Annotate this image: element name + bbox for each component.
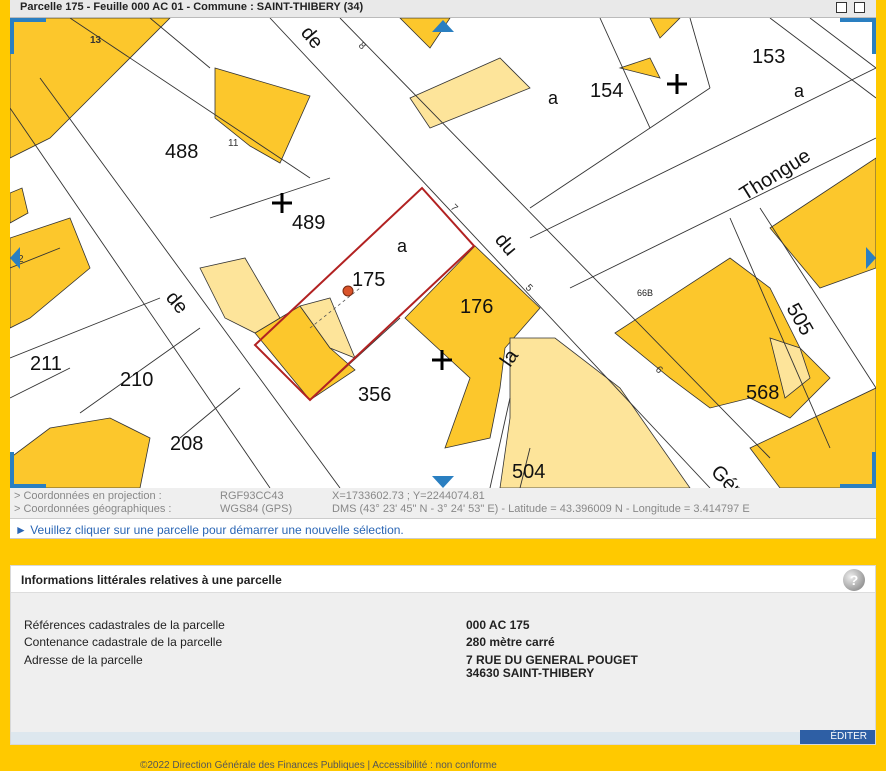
geo-label: > Coordonnées géographiques : <box>14 503 172 515</box>
geo-system: WGS84 (GPS) <box>220 503 293 515</box>
parcel-label-13: 13 <box>90 35 102 46</box>
parcel-label-66b: 66B <box>637 288 653 298</box>
row-value-references: 000 AC 175 <box>466 618 530 632</box>
parcel-info-panel: Informations littérales relatives à une … <box>10 565 876 745</box>
parcel-label-211: 211 <box>30 353 62 375</box>
row-label-contenance: Contenance cadastrale de la parcelle <box>24 635 223 649</box>
parcel-label-154: 154 <box>590 80 623 102</box>
row-value-adresse-city: 34630 SAINT-THIBERY <box>466 666 595 680</box>
coordinates-panel: > Coordonnées en projection : RGF93CC43 … <box>10 488 876 518</box>
parcel-label-208: 208 <box>170 433 203 455</box>
panel-header: Informations littérales relatives à une … <box>11 566 875 593</box>
page-footer[interactable]: ©2022 Direction Générale des Finances Pu… <box>140 760 497 771</box>
parcel-label-356: 356 <box>358 384 391 406</box>
window-titlebar: Parcelle 175 - Feuille 000 AC 01 - Commu… <box>10 0 876 18</box>
parcel-label-489: 489 <box>292 212 325 234</box>
restore-icon[interactable] <box>836 2 847 13</box>
cadastral-map[interactable]: 488 489 175 176 211 210 208 356 504 568 … <box>10 18 876 488</box>
parcel-label-153: 153 <box>752 46 785 68</box>
row-value-contenance: 280 mètre carré <box>466 635 555 649</box>
help-icon[interactable]: ? <box>843 569 865 591</box>
row-value-adresse: 7 RUE DU GENERAL POUGET <box>466 653 638 667</box>
edit-button[interactable]: ÉDITER <box>800 730 875 744</box>
number-11: 11 <box>228 138 239 149</box>
section-a-2: a <box>548 88 559 108</box>
geo-value: DMS (43° 23' 45" N - 3° 24' 53" E) - Lat… <box>332 503 750 515</box>
panel-footer-bar <box>11 732 875 744</box>
parcel-label-504: 504 <box>512 461 545 483</box>
parcel-label-175: 175 <box>352 269 385 291</box>
panel-title: Informations littérales relatives à une … <box>21 573 282 587</box>
section-a-3: a <box>794 81 805 101</box>
maximize-icon[interactable] <box>854 2 865 13</box>
proj-system: RGF93CC43 <box>220 490 284 502</box>
window-title: Parcelle 175 - Feuille 000 AC 01 - Commu… <box>20 1 364 13</box>
parcel-label-176: 176 <box>460 296 493 318</box>
selection-notice: ► Veuillez cliquer sur une parcelle pour… <box>10 518 876 539</box>
section-a-1: a <box>397 236 408 256</box>
proj-label: > Coordonnées en projection : <box>14 490 162 502</box>
row-label-adresse: Adresse de la parcelle <box>24 653 143 667</box>
row-label-references: Références cadastrales de la parcelle <box>24 618 225 632</box>
proj-value: X=1733602.73 ; Y=2244074.81 <box>332 490 485 502</box>
parcel-label-210: 210 <box>120 369 153 391</box>
parcel-label-568: 568 <box>746 382 779 404</box>
parcel-label-488: 488 <box>165 141 198 163</box>
